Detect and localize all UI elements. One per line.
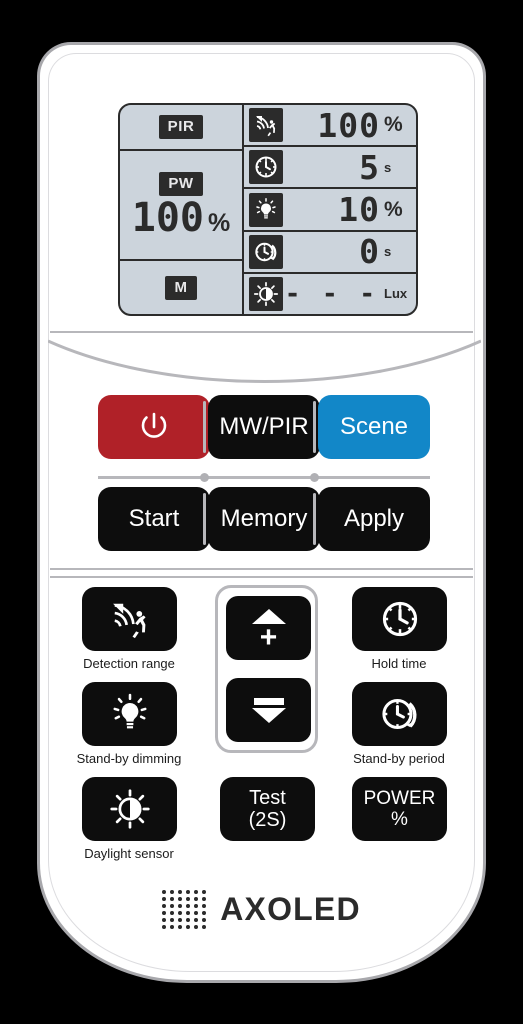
clock-icon bbox=[382, 601, 417, 637]
lcd-badge-pir: PIR bbox=[158, 115, 204, 139]
clock-arc-icon bbox=[381, 698, 417, 730]
lcd-value-daylight-sensor: - - - bbox=[284, 278, 378, 309]
lcd-right-column: 100 % 5 s 10 % 0 s - - - Lux bbox=[244, 105, 416, 314]
power-percent-label: POWER % bbox=[364, 788, 436, 831]
apply-button[interactable]: Apply bbox=[318, 487, 430, 551]
hold-time-clock-icon bbox=[249, 150, 283, 185]
lcd-power-readout: 100 % bbox=[132, 198, 230, 238]
minus-icon bbox=[253, 697, 284, 705]
lcd-value-hold-time: 5 bbox=[359, 147, 380, 187]
lcd-unit-standby-period: s bbox=[384, 244, 392, 260]
dot-matrix-icon bbox=[162, 890, 207, 929]
lcd-pw-cell: PW 100 % bbox=[120, 151, 242, 261]
power-button[interactable] bbox=[98, 395, 210, 459]
test-label: Test (2S) bbox=[249, 787, 287, 832]
divider-buttons-bottom-1 bbox=[50, 568, 473, 570]
detection-range-button[interactable] bbox=[82, 587, 177, 651]
increase-button[interactable]: + bbox=[226, 596, 311, 660]
standby-dimming-label: Stand-by dimming bbox=[76, 751, 182, 766]
lcd-power-unit: % bbox=[208, 209, 231, 237]
detection-range-label: Detection range bbox=[83, 656, 175, 671]
divider-vertical-4 bbox=[313, 493, 316, 545]
mode-button-group: MW/PIR Scene Start Memory Apply bbox=[60, 395, 469, 570]
daylight-sensor-label: Daylight sensor bbox=[84, 846, 174, 861]
detection-range-icon bbox=[112, 603, 146, 639]
brand-name: AXOLED bbox=[220, 891, 361, 927]
standby-period-clock-icon bbox=[249, 234, 283, 269]
start-button[interactable]: Start bbox=[98, 487, 210, 551]
lcd-row-detection-range: 100 % bbox=[244, 105, 416, 148]
bulb-icon bbox=[113, 693, 146, 729]
divider-curved bbox=[48, 339, 481, 383]
divider-vertical-3 bbox=[203, 493, 206, 545]
standby-dimming-button[interactable] bbox=[82, 682, 177, 746]
lcd-left-column: PIR PW 100 % M bbox=[120, 105, 244, 314]
detection-range-icon bbox=[249, 108, 283, 143]
lcd-display: PIR PW 100 % M 100 % 5 s 10 % 0 s - - - … bbox=[118, 103, 418, 316]
standby-period-label: Stand-by period bbox=[353, 751, 445, 766]
divider-lcd-bottom bbox=[50, 331, 473, 333]
mw-pir-label: MW/PIR bbox=[219, 413, 309, 440]
divider-vertical-2 bbox=[313, 401, 316, 453]
lcd-unit-standby-dimming: % bbox=[384, 197, 403, 221]
lcd-badge-pw: PW bbox=[159, 172, 203, 196]
power-icon bbox=[141, 412, 167, 438]
lcd-row-standby-dimming: 10 % bbox=[244, 189, 416, 232]
lcd-unit-detection-range: % bbox=[384, 113, 403, 137]
lcd-pir-cell: PIR bbox=[120, 105, 242, 151]
rocker-frame: + bbox=[215, 585, 318, 753]
daylight-sensor-icon bbox=[249, 276, 283, 311]
scene-button[interactable]: Scene bbox=[318, 395, 430, 459]
test-line2: (2S) bbox=[248, 809, 287, 831]
decrease-button[interactable] bbox=[226, 678, 311, 742]
mw-pir-button[interactable]: MW/PIR bbox=[208, 395, 320, 459]
hold-time-button[interactable] bbox=[352, 587, 447, 651]
start-label: Start bbox=[128, 505, 180, 532]
apply-label: Apply bbox=[343, 505, 405, 532]
lcd-value-detection-range: 100 bbox=[317, 105, 380, 145]
lcd-row-daylight-sensor: - - - Lux bbox=[244, 274, 416, 314]
power-percent-line2: % bbox=[391, 809, 408, 830]
plus-label: + bbox=[259, 620, 278, 654]
lcd-m-cell: M bbox=[120, 261, 242, 314]
remote-control-body: PIR PW 100 % M 100 % 5 s 10 % 0 s - - - … bbox=[37, 42, 486, 983]
function-button-grid: Detection range Stand-by dimming Dayligh… bbox=[60, 585, 469, 875]
brand-logo: AXOLED bbox=[40, 890, 483, 929]
divider-buttons-bottom-2 bbox=[50, 576, 473, 578]
memory-button[interactable]: Memory bbox=[208, 487, 320, 551]
lcd-unit-hold-time: s bbox=[384, 159, 392, 175]
lcd-power-value: 100 bbox=[131, 195, 204, 241]
power-percent-button[interactable]: POWER % bbox=[352, 777, 447, 841]
lcd-row-standby-period: 0 s bbox=[244, 232, 416, 274]
divider-horizontal-mid bbox=[98, 476, 430, 479]
lcd-row-hold-time: 5 s bbox=[244, 147, 416, 190]
divider-dot-1 bbox=[200, 473, 209, 482]
test-button[interactable]: Test (2S) bbox=[220, 777, 315, 841]
lcd-unit-daylight-sensor: Lux bbox=[384, 286, 408, 302]
daylight-sensor-button[interactable] bbox=[82, 777, 177, 841]
standby-dimming-bulb-icon bbox=[249, 192, 283, 227]
divider-vertical-1 bbox=[203, 401, 206, 453]
standby-period-button[interactable] bbox=[352, 682, 447, 746]
power-percent-line1: POWER bbox=[363, 787, 436, 809]
divider-dot-2 bbox=[310, 473, 319, 482]
daylight-sensor-icon bbox=[109, 789, 150, 829]
lcd-value-standby-dimming: 10 bbox=[338, 190, 380, 229]
test-line1: Test bbox=[249, 786, 286, 809]
lcd-value-standby-period: 0 bbox=[359, 232, 380, 272]
down-arrow-icon bbox=[251, 707, 286, 723]
memory-label: Memory bbox=[220, 505, 308, 532]
lcd-badge-m: M bbox=[165, 275, 197, 300]
hold-time-label: Hold time bbox=[371, 656, 427, 671]
scene-label: Scene bbox=[339, 413, 409, 440]
